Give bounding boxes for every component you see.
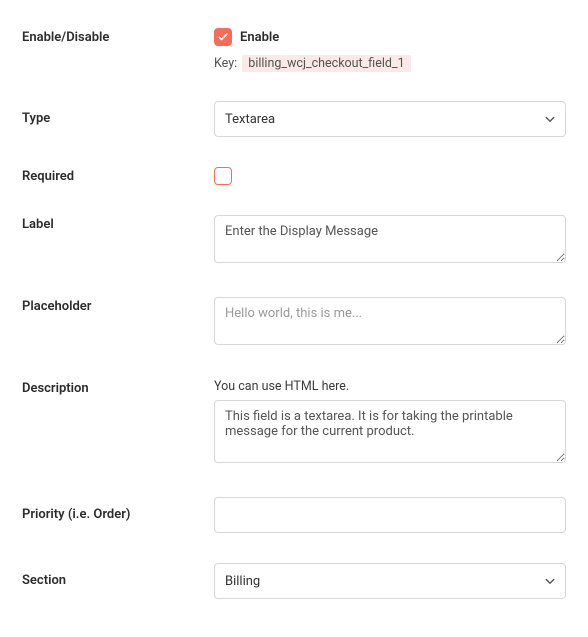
enable-disable-label: Enable/Disable (22, 28, 214, 45)
required-label: Required (22, 167, 214, 184)
enable-checkbox-label: Enable (240, 30, 279, 45)
placeholder-textarea[interactable] (214, 297, 566, 345)
priority-field-label: Priority (i.e. Order) (22, 497, 214, 522)
key-label: Key: (214, 56, 237, 71)
type-select[interactable]: Textarea (214, 101, 566, 137)
priority-input[interactable] (214, 497, 566, 533)
check-icon (217, 31, 229, 43)
type-label: Type (22, 101, 214, 126)
placeholder-field-label: Placeholder (22, 297, 214, 314)
key-value: billing_wcj_checkout_field_1 (242, 55, 410, 72)
section-select-value: Billing (225, 574, 260, 589)
type-select-value: Textarea (225, 112, 275, 127)
label-field-label: Label (22, 215, 214, 232)
description-field-label: Description (22, 379, 214, 396)
enable-checkbox[interactable] (214, 28, 232, 46)
section-field-label: Section (22, 563, 214, 588)
required-checkbox[interactable] (214, 167, 232, 185)
label-textarea[interactable] (214, 215, 566, 263)
section-select[interactable]: Billing (214, 563, 566, 599)
description-textarea[interactable] (214, 400, 566, 463)
description-hint: You can use HTML here. (214, 379, 566, 394)
